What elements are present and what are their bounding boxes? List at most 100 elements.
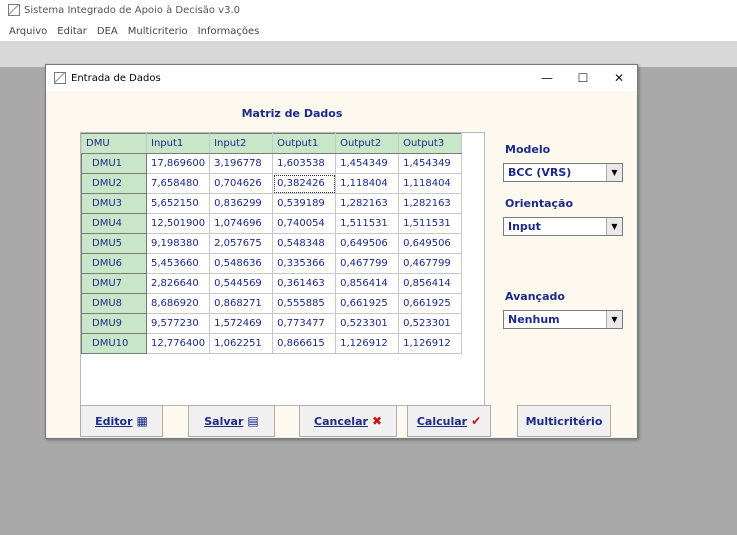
multicriterio-button-label: Multicritério	[525, 414, 603, 428]
chevron-down-icon[interactable]: ▼	[606, 218, 622, 235]
multicriterio-button[interactable]: Multicritério	[517, 405, 611, 437]
table-cell[interactable]: 0,836299	[209, 193, 274, 214]
table-cell[interactable]: 1,511531	[398, 213, 463, 234]
data-table: DMU Input1 Input2 Output1 Output2 Output…	[81, 133, 463, 354]
table-cell[interactable]: 0,661925	[398, 293, 463, 314]
app-titlebar: Sistema Integrado de Apoio à Decisão v3.…	[0, 0, 737, 20]
column-header-output1[interactable]: Output1	[272, 133, 337, 154]
editor-button[interactable]: Editor ▦	[80, 405, 163, 437]
data-grid[interactable]: DMU Input1 Input2 Output1 Output2 Output…	[80, 132, 485, 406]
table-cell[interactable]: 0,539189	[272, 193, 337, 214]
table-cell[interactable]: 1,074696	[209, 213, 274, 234]
menu-dea[interactable]: DEA	[92, 26, 123, 37]
table-row: DMU5 9,198380 2,057675 0,548348 0,649506 0,64…	[81, 233, 463, 254]
table-cell[interactable]: 8,686920	[145, 293, 211, 314]
row-header: DMU4	[81, 213, 147, 234]
column-header-input2[interactable]: Input2	[209, 133, 274, 154]
table-cell[interactable]: 0,523301	[398, 313, 463, 334]
app-title: Sistema Integrado de Apoio à Decisão v3.…	[24, 4, 241, 16]
table-cell[interactable]: 0,548348	[272, 233, 337, 254]
table-row: DMU3 5,652150 0,836299 0,539189 1,282163 1,28…	[81, 193, 463, 214]
table-row: DMU6 5,453660 0,548636 0,335366 0,467799 0,46…	[81, 253, 463, 274]
column-header-dmu: DMU	[81, 133, 147, 154]
table-cell[interactable]: 12,501900	[145, 213, 211, 234]
column-header-output3[interactable]: Output3	[398, 133, 463, 154]
table-cell[interactable]: 5,453660	[145, 253, 211, 274]
data-entry-dialog: Entrada de Dados — ☐ ✕ Matriz de Dados D…	[45, 64, 638, 439]
table-cell[interactable]: 0,649506	[398, 233, 463, 254]
table-cell[interactable]: 1,282163	[398, 193, 463, 214]
chevron-down-icon[interactable]: ▼	[606, 164, 622, 181]
orientacao-select[interactable]: Input ▼	[503, 217, 623, 236]
menu-informacoes[interactable]: Informações	[193, 26, 265, 37]
table-cell[interactable]: 0,866615	[272, 333, 337, 354]
table-cell[interactable]: 1,572469	[209, 313, 274, 334]
table-cell[interactable]: 0,773477	[272, 313, 337, 334]
table-cell[interactable]: 1,454349	[335, 153, 400, 174]
menu-multicriterio[interactable]: Multicriterio	[123, 26, 193, 37]
table-cell[interactable]: 2,826640	[145, 273, 211, 294]
table-cell[interactable]: 1,118404	[335, 173, 400, 194]
column-header-input1[interactable]: Input1	[145, 133, 211, 154]
table-cell[interactable]: 0,523301	[335, 313, 400, 334]
table-cell[interactable]: 0,467799	[335, 253, 400, 274]
menu-editar[interactable]: Editar	[52, 26, 92, 37]
table-cell[interactable]: 5,652150	[145, 193, 211, 214]
table-cell[interactable]: 0,661925	[335, 293, 400, 314]
row-header: DMU1	[81, 153, 147, 174]
maximize-icon[interactable]: ☐	[565, 65, 601, 91]
table-cell[interactable]: 9,198380	[145, 233, 211, 254]
menu-arquivo[interactable]: Arquivo	[4, 26, 52, 37]
table-cell[interactable]: 0,740054	[272, 213, 337, 234]
table-cell[interactable]: 0,856414	[335, 273, 400, 294]
dialog-titlebar[interactable]: Entrada de Dados — ☐ ✕	[46, 65, 637, 91]
cancel-x-icon: ✖	[371, 414, 382, 428]
table-cell[interactable]: 0,868271	[209, 293, 274, 314]
table-cell[interactable]: 1,062251	[209, 333, 274, 354]
table-cell[interactable]: 1,603538	[272, 153, 337, 174]
table-cell[interactable]: 0,382426	[272, 173, 337, 194]
column-header-output2[interactable]: Output2	[335, 133, 400, 154]
table-cell[interactable]: 17,869600	[145, 153, 211, 174]
table-cell[interactable]: 0,555885	[272, 293, 337, 314]
table-cell[interactable]: 0,856414	[398, 273, 463, 294]
table-cell[interactable]: 1,511531	[335, 213, 400, 234]
window-controls: — ☐ ✕	[529, 65, 637, 91]
avancado-select-value: Nenhum	[508, 313, 560, 326]
table-cell[interactable]: 12,776400	[145, 333, 211, 354]
table-cell[interactable]: 2,057675	[209, 233, 274, 254]
avancado-select[interactable]: Nenhum ▼	[503, 310, 623, 329]
table-cell[interactable]: 1,126912	[335, 333, 400, 354]
orientacao-label: Orientação	[505, 197, 574, 210]
cancel-button-label: Cancelar	[314, 414, 368, 428]
table-row: DMU7 2,826640 0,544569 0,361463 0,856414 0,85…	[81, 273, 463, 294]
table-cell[interactable]: 0,704626	[209, 173, 274, 194]
table-cell[interactable]: 0,548636	[209, 253, 274, 274]
calculate-button[interactable]: Calcular ✔	[407, 405, 491, 437]
minimize-icon[interactable]: —	[529, 65, 565, 91]
row-header: DMU5	[81, 233, 147, 254]
orientacao-select-value: Input	[508, 220, 541, 233]
table-cell[interactable]: 1,282163	[335, 193, 400, 214]
table-cell[interactable]: 0,544569	[209, 273, 274, 294]
table-cell[interactable]: 1,454349	[398, 153, 463, 174]
table-cell[interactable]: 3,196778	[209, 153, 274, 174]
table-cell[interactable]: 7,658480	[145, 173, 211, 194]
table-cell[interactable]: 0,467799	[398, 253, 463, 274]
table-header-row: DMU Input1 Input2 Output1 Output2 Output…	[81, 133, 463, 154]
save-button[interactable]: Salvar ▤	[188, 405, 275, 437]
close-icon[interactable]: ✕	[601, 65, 637, 91]
table-cell[interactable]: 0,335366	[272, 253, 337, 274]
table-cell[interactable]: 1,118404	[398, 173, 463, 194]
cancel-button[interactable]: Cancelar ✖	[299, 405, 397, 437]
chevron-down-icon[interactable]: ▼	[606, 311, 622, 328]
table-cell[interactable]: 1,126912	[398, 333, 463, 354]
row-header: DMU2	[81, 173, 147, 194]
table-cell[interactable]: 9,577230	[145, 313, 211, 334]
table-cell[interactable]: 0,649506	[335, 233, 400, 254]
table-row: DMU8 8,686920 0,868271 0,555885 0,661925 0,66…	[81, 293, 463, 314]
modelo-select[interactable]: BCC (VRS) ▼	[503, 163, 623, 182]
table-row: DMU1 17,869600 3,196778 1,603538 1,454349 1,4…	[81, 153, 463, 174]
menu-bar: Arquivo Editar DEA Multicriterio Informa…	[0, 22, 737, 40]
table-cell[interactable]: 0,361463	[272, 273, 337, 294]
